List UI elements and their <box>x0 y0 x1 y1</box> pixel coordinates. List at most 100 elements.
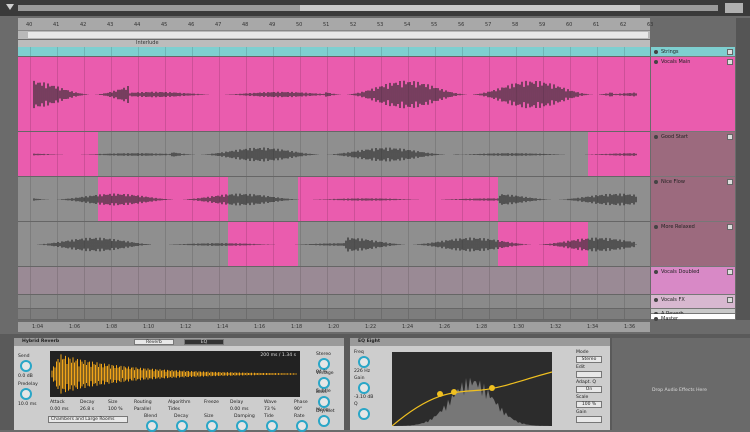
track-lane[interactable] <box>18 57 652 132</box>
track-lane[interactable] <box>18 177 652 222</box>
track-lane[interactable] <box>18 47 652 57</box>
track-fold-button[interactable] <box>727 59 733 65</box>
overview-selection[interactable] <box>300 5 640 11</box>
eq-band-handle[interactable] <box>437 391 443 397</box>
locator-interlude[interactable]: Interlude <box>136 40 159 46</box>
reverb-knob[interactable] <box>296 420 308 432</box>
track-header[interactable]: Good Start <box>651 132 735 177</box>
param-value[interactable]: 100 % <box>576 401 602 408</box>
param-value[interactable]: Stereo <box>576 356 602 363</box>
time-ruler[interactable]: 1:04 1:06 1:08 1:10 1:12 1:14 1:16 1:18 1:20 1:22… <box>18 322 650 332</box>
param-knob[interactable] <box>358 356 370 368</box>
track-fold-button[interactable] <box>727 269 733 275</box>
track-header[interactable]: Vocals Main <box>651 57 735 132</box>
track-fold-button[interactable] <box>727 224 733 230</box>
param-value[interactable]: 0.00 ms <box>230 407 249 412</box>
waveform-path <box>33 237 637 252</box>
track-header[interactable]: Vocals FX <box>651 295 735 309</box>
overview-zoom-icon[interactable] <box>725 3 743 13</box>
track-activator-icon[interactable] <box>654 50 658 54</box>
param-value[interactable]: 73 % <box>264 407 276 412</box>
param-value[interactable]: 90° <box>294 407 302 412</box>
track-lane[interactable] <box>18 222 652 267</box>
param-value[interactable]: 26.8 s <box>80 407 94 412</box>
reverb-waveform-display[interactable]: 200 ms / 1.34 s <box>50 351 300 397</box>
loop-bar[interactable] <box>18 31 650 39</box>
param-knob[interactable] <box>318 415 330 427</box>
device-title-bar[interactable]: EQ Eight <box>350 338 610 346</box>
reverb-knob[interactable] <box>146 420 158 432</box>
audio-clip[interactable] <box>18 267 650 294</box>
track-lane[interactable] <box>18 295 652 309</box>
track-activator-icon[interactable] <box>654 298 658 302</box>
track-header[interactable]: Vocals Doubled <box>651 267 735 295</box>
track-activator-icon[interactable] <box>654 317 658 321</box>
eq-band-handle[interactable] <box>489 385 495 391</box>
track-header[interactable]: More Relaxed <box>651 222 735 267</box>
param-knob[interactable] <box>318 377 330 389</box>
param-value[interactable]: 10.0 ms <box>18 402 37 407</box>
track-header[interactable]: Nice Flow <box>651 177 735 222</box>
track-activator-icon[interactable] <box>654 180 658 184</box>
convolution-ir-select[interactable]: Chambers and Large Rooms <box>48 416 128 423</box>
ruler-tick: 57 <box>485 22 492 28</box>
track-lane[interactable] <box>18 267 652 295</box>
tab-reverb[interactable]: Reverb <box>134 339 174 345</box>
param-knob[interactable] <box>318 358 330 370</box>
track-lane[interactable] <box>18 132 652 177</box>
track-activator-icon[interactable] <box>654 270 658 274</box>
param-value[interactable]: Tides <box>168 407 180 412</box>
drop-zone[interactable]: Drop Audio Effects Here <box>612 338 750 430</box>
param-value[interactable]: Parallel <box>134 407 151 412</box>
time-tick: 1:06 <box>69 324 81 330</box>
eq-band-handle[interactable] <box>451 389 457 395</box>
track-fold-button[interactable] <box>727 179 733 185</box>
reverb-knob[interactable] <box>206 420 218 432</box>
reverb-knob[interactable] <box>236 420 248 432</box>
track-header[interactable]: Master <box>651 314 735 322</box>
ruler-tick: 49 <box>269 22 276 28</box>
param-value[interactable] <box>576 371 602 378</box>
arrangement-view[interactable] <box>18 47 652 320</box>
audio-clip[interactable] <box>18 295 650 308</box>
param-value[interactable]: 0.0 dB <box>18 374 33 379</box>
audio-clip[interactable] <box>18 309 650 319</box>
collapse-triangle-icon[interactable] <box>6 4 14 10</box>
track-activator-icon[interactable] <box>654 135 658 139</box>
beat-time-ruler[interactable]: 40 41 42 43 44 45 46 47 48 49 50 51 52 53 54 55 56 57 58 59… <box>18 18 653 31</box>
locator-lane[interactable]: Interlude <box>18 40 650 47</box>
grid-line <box>435 295 436 308</box>
track-header[interactable]: Strings <box>651 47 735 57</box>
track-lane[interactable] <box>18 309 652 320</box>
overview-bar[interactable] <box>0 0 750 16</box>
param-knob[interactable] <box>318 396 330 408</box>
reverb-knob[interactable] <box>176 420 188 432</box>
param-value[interactable]: -3.10 dB <box>354 395 373 400</box>
loop-brace[interactable] <box>28 32 648 38</box>
param-value[interactable]: 0.00 ms <box>50 407 69 412</box>
track-fold-button[interactable] <box>727 49 733 55</box>
track-activator-icon[interactable] <box>654 60 658 64</box>
eq-eight-device[interactable]: EQ Eight Freq 226 Hz Gain -3.10 dB Q Mode Ster… <box>350 338 610 430</box>
ruler-tick: 45 <box>161 22 168 28</box>
param-knob[interactable] <box>20 360 32 372</box>
track-activator-icon[interactable] <box>654 225 658 229</box>
param-value[interactable]: On <box>576 386 602 393</box>
eq-spectrum-display[interactable] <box>391 352 553 427</box>
tab-eq[interactable]: EQ <box>184 339 224 345</box>
mixer-strip[interactable] <box>736 18 750 320</box>
param-value[interactable]: 226 Hz <box>354 369 370 374</box>
param-value[interactable]: 100 % <box>108 407 123 412</box>
hybrid-reverb-device[interactable]: Hybrid Reverb Reverb EQ 200 ms / 1.34 s … <box>14 338 344 432</box>
reverb-knob[interactable] <box>266 420 278 432</box>
track-fold-button[interactable] <box>727 297 733 303</box>
param-knob[interactable] <box>358 382 370 394</box>
param-label: Edit <box>576 365 585 370</box>
track-fold-button[interactable] <box>727 134 733 140</box>
param-knob[interactable] <box>20 388 32 400</box>
device-title-bar[interactable]: Hybrid Reverb Reverb EQ <box>14 338 344 346</box>
param-knob[interactable] <box>358 408 370 420</box>
param-value[interactable] <box>576 416 602 423</box>
audio-clip[interactable] <box>18 47 650 56</box>
grid-line <box>381 309 382 319</box>
